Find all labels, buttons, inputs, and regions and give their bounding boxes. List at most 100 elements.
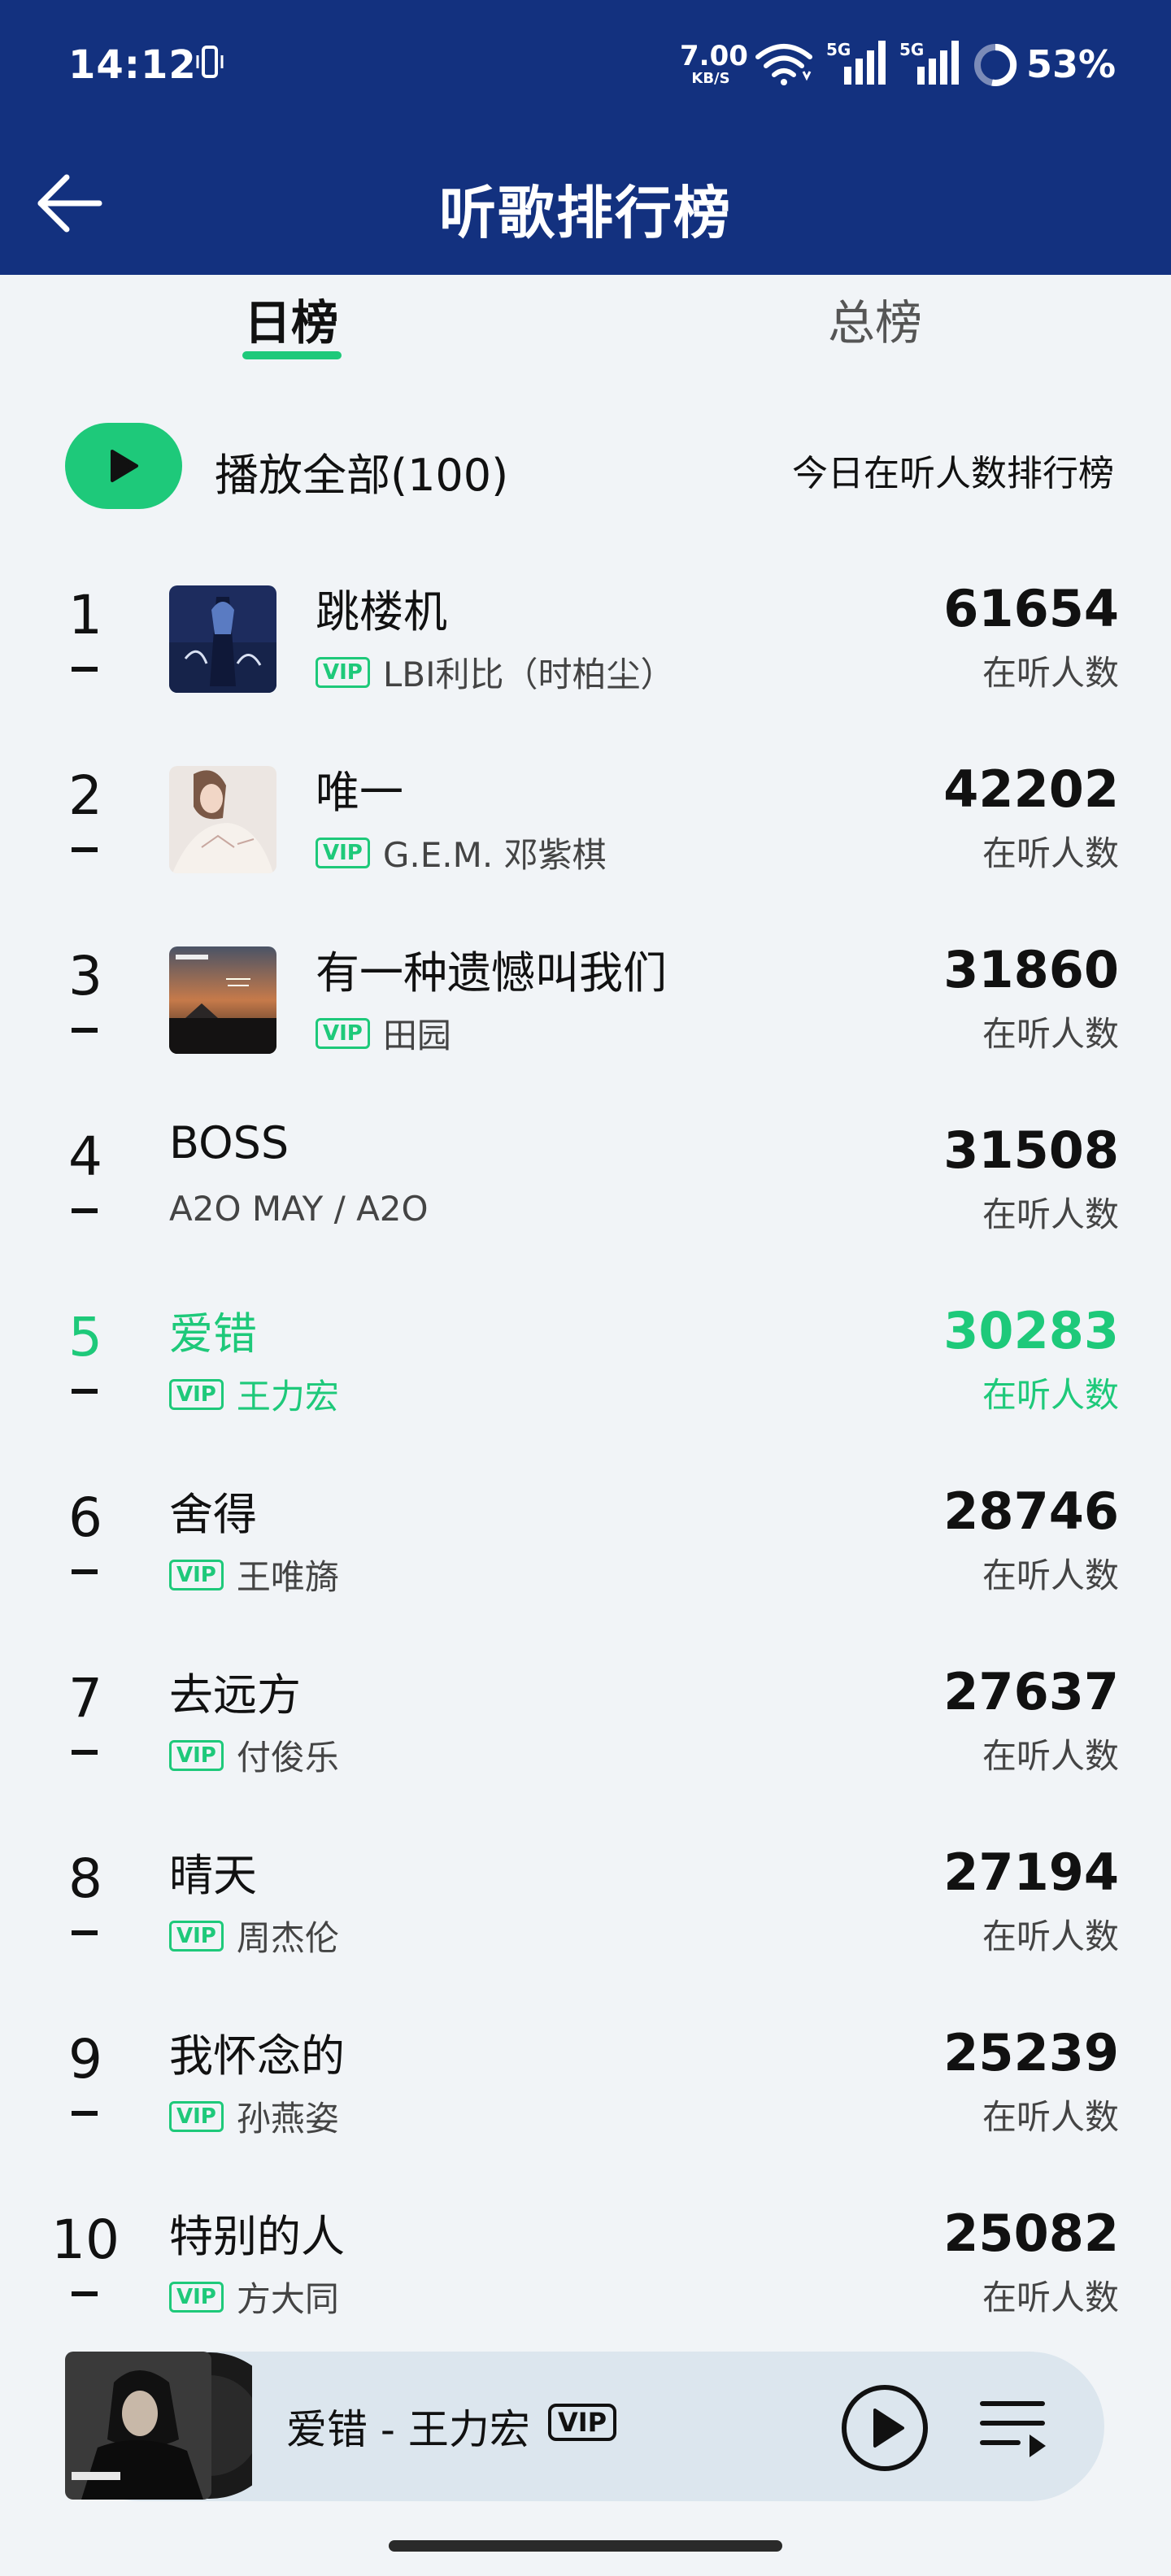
vip-badge: VIP: [316, 837, 370, 868]
listener-count-label: 在听人数: [982, 653, 1119, 693]
signal-icon: 5G: [826, 40, 886, 85]
song-rank: 8: [68, 1847, 102, 1910]
song-row[interactable]: 9 我怀念的 VIP 孙燕姿 25239 在听人数: [0, 1987, 1171, 2169]
song-rank: 9: [68, 2028, 102, 2091]
song-title: BOSS: [169, 1117, 289, 1168]
vip-badge: VIP: [169, 1559, 224, 1590]
song-artist: 田园: [382, 1016, 451, 1055]
song-artist: 王力宏: [236, 1377, 339, 1416]
listener-count-label: 在听人数: [982, 1375, 1119, 1415]
listener-count: 28746: [943, 1482, 1119, 1541]
rank-change-indicator: [72, 1930, 98, 1935]
song-row[interactable]: 8 晴天 VIP 周杰伦 27194 在听人数: [0, 1807, 1171, 1989]
header: 14:12 7.00 KB/S 5G 5G 53% 听歌排行榜: [0, 0, 1171, 275]
song-rank: 4: [68, 1125, 102, 1188]
status-time: 14:12: [68, 42, 197, 88]
song-row[interactable]: 7 去远方 VIP 付俊乐 27637 在听人数: [0, 1626, 1171, 1808]
queue-list-icon[interactable]: [979, 2392, 1049, 2462]
song-row[interactable]: 3 有一种遗憾叫我们 VIP 田园 31860 在听人数: [0, 904, 1171, 1086]
play-all-button[interactable]: [65, 423, 182, 509]
vip-badge: VIP: [316, 1017, 370, 1049]
chart-description: 今日在听人数排行榜: [792, 453, 1114, 494]
song-row[interactable]: 1 跳楼机 VIP LBI利比（时柏尘） 61654 在听人数: [0, 543, 1171, 725]
song-title: 有一种遗憾叫我们: [316, 947, 667, 999]
net-speed: 7.00 KB/S: [680, 40, 748, 86]
song-meta: VIP LBI利比（时柏尘）: [316, 647, 674, 697]
song-meta: A2O MAY / A2O: [169, 1189, 429, 1229]
rank-change-indicator: [72, 1750, 98, 1755]
song-artist: 周杰伦: [236, 1918, 339, 1958]
song-meta: VIP 方大同: [169, 2272, 339, 2321]
listener-count-label: 在听人数: [982, 2278, 1119, 2317]
song-title: 唯一: [316, 767, 403, 818]
page-title: 听歌排行榜: [439, 180, 732, 246]
song-title: 去远方: [169, 1669, 301, 1721]
album-cover[interactable]: [65, 2350, 252, 2501]
listener-count: 31508: [943, 1120, 1119, 1180]
vip-badge: VIP: [169, 1920, 224, 1952]
listener-count-label: 在听人数: [982, 1194, 1119, 1234]
tab-daily[interactable]: 日榜: [244, 285, 338, 353]
song-meta: VIP 王唯旖: [169, 1550, 339, 1599]
listener-count: 27637: [943, 1662, 1119, 1721]
listener-count: 25239: [943, 2023, 1119, 2082]
song-title: 跳楼机: [316, 586, 447, 637]
listener-count-label: 在听人数: [982, 1736, 1119, 1776]
play-all-label[interactable]: 播放全部(100): [215, 439, 508, 503]
listener-count: 30283: [943, 1301, 1119, 1360]
rank-change-indicator: [72, 1208, 98, 1213]
song-row[interactable]: 5 爱错 VIP 王力宏 30283 在听人数: [0, 1265, 1171, 1447]
album-cover[interactable]: [169, 946, 276, 1054]
wifi-icon: [755, 44, 812, 85]
vip-badge: VIP: [169, 2281, 224, 2313]
song-artist: LBI利比（时柏尘）: [382, 655, 675, 694]
rank-change-indicator: [72, 847, 98, 852]
song-artist: 方大同: [236, 2279, 339, 2319]
song-row[interactable]: 6 舍得 VIP 王唯旖 28746 在听人数: [0, 1446, 1171, 1628]
battery-icon: [974, 43, 1017, 86]
song-rank: 7: [68, 1667, 102, 1730]
vip-badge: VIP: [169, 1739, 224, 1771]
rank-change-indicator: [72, 667, 98, 672]
song-artist: 付俊乐: [236, 1738, 339, 1778]
song-meta: VIP 田园: [316, 1008, 451, 1058]
rank-change-indicator: [72, 1569, 98, 1574]
rank-change-indicator: [72, 2291, 98, 2296]
song-rank: 3: [68, 945, 102, 1007]
album-cover[interactable]: [169, 585, 276, 693]
song-row[interactable]: 4 BOSS A2O MAY / A2O 31508 在听人数: [0, 1085, 1171, 1267]
vip-badge: VIP: [316, 656, 370, 688]
album-cover[interactable]: [169, 766, 276, 873]
listener-count-label: 在听人数: [982, 2097, 1119, 2137]
song-meta: VIP 孙燕姿: [169, 2091, 339, 2141]
svg-text:5G: 5G: [826, 40, 851, 59]
song-meta: VIP 王力宏: [169, 1369, 339, 1419]
song-meta: VIP G.E.M. 邓紫棋: [316, 828, 607, 877]
song-row[interactable]: 10 特别的人 VIP 方大同 25082 在听人数: [0, 2168, 1171, 2350]
listener-count: 61654: [943, 579, 1119, 638]
rank-change-indicator: [72, 1028, 98, 1033]
rank-change-indicator: [72, 2111, 98, 2116]
vip-badge: VIP: [169, 1378, 224, 1410]
song-rank: 6: [68, 1486, 102, 1549]
song-row[interactable]: 2 唯一 VIP G.E.M. 邓紫棋 42202 在听人数: [0, 724, 1171, 906]
song-rank: 5: [68, 1306, 102, 1368]
battery-percent: 53%: [1026, 42, 1117, 86]
song-artist: 孙燕姿: [236, 2099, 339, 2139]
mini-player[interactable]: 爱错 - 王力宏 VIP: [65, 2352, 1104, 2501]
home-indicator[interactable]: [389, 2540, 782, 2552]
vibrate-icon: [196, 46, 224, 78]
net-speed-value: 7.00: [680, 40, 748, 72]
song-artist: 王唯旖: [236, 1557, 339, 1597]
vip-badge: VIP: [169, 2100, 224, 2132]
play-icon: [111, 450, 138, 482]
song-artist: A2O MAY / A2O: [169, 1189, 429, 1229]
listener-count: 42202: [943, 759, 1119, 819]
tab-total[interactable]: 总榜: [828, 285, 922, 353]
play-circle-icon[interactable]: [839, 2382, 930, 2474]
svg-text:5G: 5G: [899, 40, 924, 59]
now-playing-title[interactable]: 爱错 - 王力宏: [286, 2397, 530, 2456]
song-rank: 1: [68, 584, 102, 646]
rank-change-indicator: [72, 1389, 98, 1394]
signal-icon: 5G: [899, 40, 959, 85]
